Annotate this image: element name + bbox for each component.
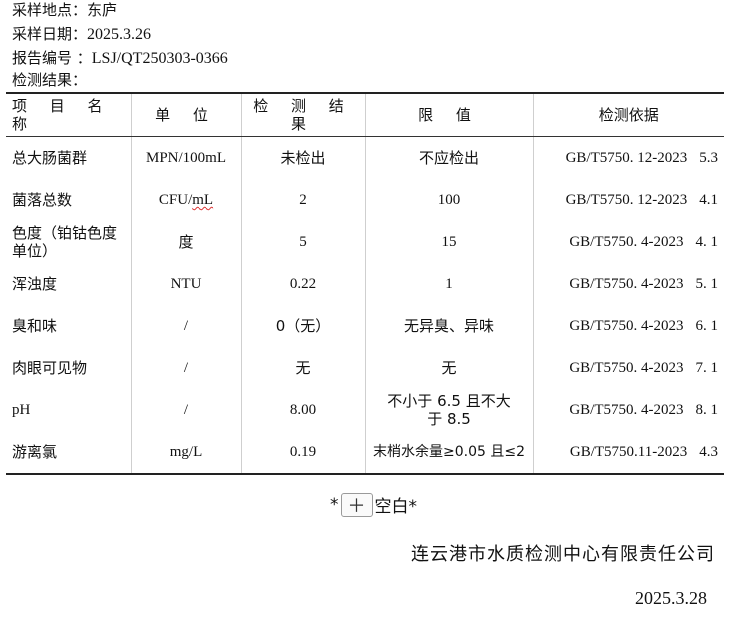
header-basis: 检测依据 [532,92,724,137]
row-basis: GB/T5750. 4-2023 5. 1 [532,263,724,305]
row-unit: mg/L [130,431,241,475]
table-row: 肉眼可见物 / 无 无 GB/T5750. 4-2023 7. 1 [6,347,724,389]
report-value: LSJ/QT250303-0366 [91,50,228,67]
row-result: 未检出 [240,136,365,179]
table-header-row: 项 目 名 称 单 位 检 测 结 果 限 值 检测依据 [6,92,724,137]
row-item: 肉眼可见物 [12,359,88,377]
blank-note-prefix: * [330,494,339,515]
results-heading: 检测结果： [12,71,88,89]
row-limit: 15 [364,221,533,263]
row-item: 臭和味 [12,317,58,335]
row-limit: 末梢水余量≥0.05 且≤2 [364,431,533,475]
table-row: 色度（铂钴色度单位） 度 5 15 GB/T5750. 4-2023 4. 1 [6,221,724,263]
row-limit: 无异臭、异味 [364,305,533,347]
row-item: 菌落总数 [12,191,73,209]
row-item: 浑浊度 [12,275,58,293]
organization-name: 连云港市水质检测中心有限责任公司 [411,544,715,565]
location-value: 东庐 [87,1,118,19]
header-limit: 限 值 [364,92,533,137]
row-unit: / [130,347,241,389]
row-limit: 1 [364,263,533,305]
row-result: 无 [240,347,365,389]
row-item: 总大肠菌群 [12,149,88,167]
spellcheck-underline: mL [192,192,214,208]
row-limit: 不小于 6.5 且不大于 8.5 [364,389,533,431]
row-result: 8.00 [240,389,365,431]
blank-note: * ＋ 空白* [330,492,417,517]
row-result: 0.22 [240,263,365,305]
table-row: 总大肠菌群 MPN/100mL 未检出 不应检出 GB/T5750. 12-20… [6,136,724,179]
location-label: 采样地点： [12,1,88,19]
table-row: 臭和味 / 0（无） 无异臭、异味 GB/T5750. 4-2023 6. 1 [6,305,724,347]
row-basis: GB/T5750. 4-2023 8. 1 [532,389,724,431]
row-basis: GB/T5750. 4-2023 6. 1 [532,305,724,347]
row-limit: 100 [364,179,533,221]
table-row: 游离氯 mg/L 0.19 末梢水余量≥0.05 且≤2 GB/T5750.11… [6,431,724,475]
row-result: 5 [240,221,365,263]
date-label: 采样日期： [12,25,88,43]
row-basis: GB/T5750. 12-2023 5.3 [532,136,724,179]
sign-date: 2025.3.28 [635,588,707,608]
table-row: 菌落总数 CFU/mL 2 100 GB/T5750. 12-2023 4.1 [6,179,724,221]
table-row: pH / 8.00 不小于 6.5 且不大于 8.5 GB/T5750. 4-2… [6,389,724,431]
row-unit: CFU/mL [130,179,241,221]
sampling-date: 采样日期：2025.3.26 [12,24,151,45]
header-result: 检 测 结 果 [240,92,365,137]
results-table: 项 目 名 称 单 位 检 测 结 果 限 值 检测依据 总大肠菌群 MPN/1… [6,92,724,475]
row-item: 色度（铂钴色度单位） [12,224,118,260]
row-basis: GB/T5750. 4-2023 4. 1 [532,221,724,263]
header-unit: 单 位 [130,92,241,137]
add-row-button[interactable]: ＋ [340,492,373,517]
row-unit: NTU [130,263,241,305]
row-result: 2 [240,179,365,221]
sampling-location: 采样地点：东庐 [12,0,117,20]
row-item: pH [12,402,31,418]
report-number: 报告编号 ：LSJ/QT250303-0366 [12,48,228,69]
row-limit: 不应检出 [364,136,533,179]
row-unit: MPN/100mL [130,136,241,179]
header-item: 项 目 名 称 [6,92,131,137]
row-unit: / [130,389,241,431]
row-item: 游离氯 [6,431,131,475]
row-unit: / [130,305,241,347]
row-unit: 度 [130,221,241,263]
row-result: 0（无） [240,305,365,347]
date-value: 2025.3.26 [87,26,152,43]
row-basis: GB/T5750. 4-2023 7. 1 [532,347,724,389]
row-basis: GB/T5750. 12-2023 4.1 [532,179,724,221]
row-basis: GB/T5750.11-2023 4.3 [532,431,724,475]
row-result: 0.19 [240,431,365,475]
table-row: 浑浊度 NTU 0.22 1 GB/T5750. 4-2023 5. 1 [6,263,724,305]
row-limit: 无 [364,347,533,389]
blank-note-suffix: 空白* [374,497,418,517]
report-label: 报告编号 ： [12,49,92,67]
